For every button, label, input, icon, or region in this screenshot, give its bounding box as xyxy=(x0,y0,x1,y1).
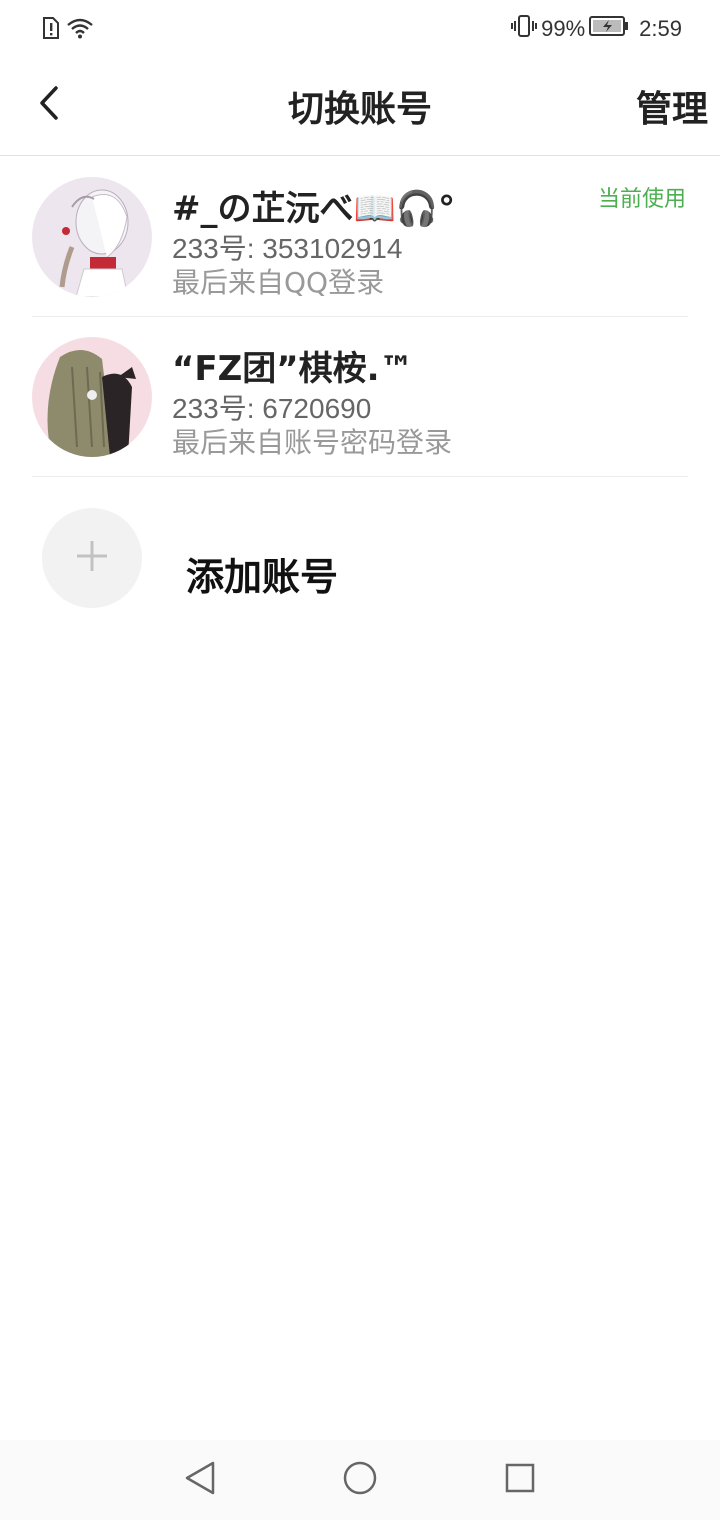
header: 切换账号 管理 xyxy=(0,56,720,156)
nav-recents-button[interactable] xyxy=(500,1460,540,1500)
avatar xyxy=(32,177,152,297)
page-title: 切换账号 xyxy=(287,89,432,130)
status-left-icons xyxy=(40,16,94,44)
status-right-icons: 99% 2:59 xyxy=(511,14,682,44)
battery-charging-icon xyxy=(589,15,629,43)
add-account-circle xyxy=(42,508,142,608)
clock: 2:59 xyxy=(639,16,682,41)
plus-icon xyxy=(75,539,109,577)
account-name: #_の芷沅べ📖🎧° xyxy=(172,189,456,229)
add-account-label: 添加账号 xyxy=(186,555,339,599)
account-last-login: 最后来自QQ登录 xyxy=(172,266,385,299)
account-last-login: 最后来自账号密码登录 xyxy=(172,426,453,459)
sim-alert-icon xyxy=(40,16,60,44)
account-item-1[interactable]: #_の芷沅べ📖🎧° 233号: 353102914 最后来自QQ登录 当前使用 xyxy=(0,157,720,317)
manage-button[interactable]: 管理 xyxy=(636,80,708,132)
battery-percent: 99% xyxy=(541,16,586,41)
system-nav-bar xyxy=(0,1440,720,1520)
home-circle-icon xyxy=(342,1460,378,1500)
add-account-button[interactable]: 添加账号 xyxy=(0,478,720,638)
nav-back-button[interactable] xyxy=(180,1460,220,1500)
avatar xyxy=(32,337,152,457)
account-item-2[interactable]: “FZ团”棋桉.™ 233号: 6720690 最后来自账号密码登录 xyxy=(0,317,720,477)
back-triangle-icon xyxy=(183,1460,217,1500)
status-bar: 99% 2:59 xyxy=(0,0,720,56)
vibrate-icon xyxy=(511,14,538,44)
wifi-icon xyxy=(66,17,94,43)
current-use-badge: 当前使用 xyxy=(597,187,686,212)
nav-home-button[interactable] xyxy=(340,1460,380,1500)
account-name: “FZ团”棋桉.™ xyxy=(172,349,414,389)
recents-square-icon xyxy=(504,1462,536,1498)
divider xyxy=(32,476,688,477)
